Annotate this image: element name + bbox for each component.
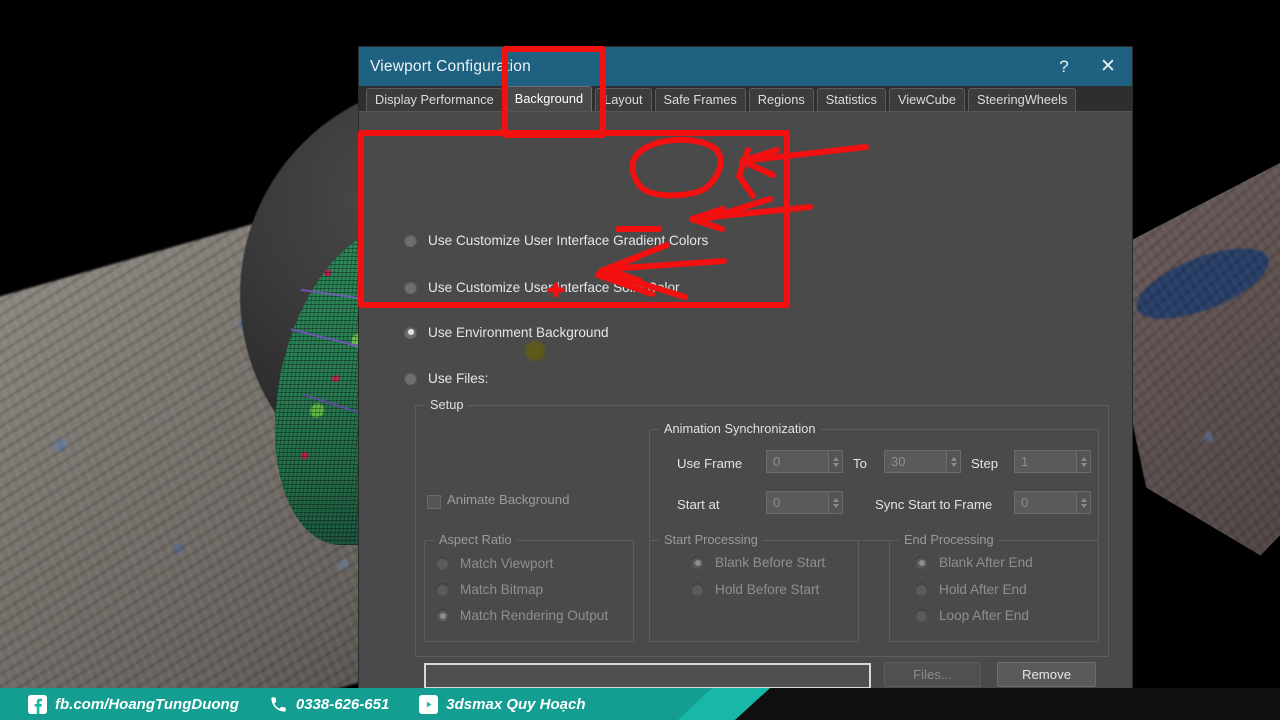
viewport-configuration-dialog: Viewport Configuration ? ✕ Display Perfo… [359, 47, 1132, 691]
footer-youtube-item[interactable]: 3dsmax Quy Hoạch [419, 694, 586, 714]
spinner-arrows-icon[interactable] [828, 451, 842, 472]
radio-indicator [404, 233, 417, 247]
tab-viewcube[interactable]: ViewCube [888, 88, 966, 111]
tab-strip: Display Performance Background Layout Sa… [359, 86, 1132, 112]
dialog-title: Viewport Configuration [370, 57, 531, 75]
step-label: Step [971, 456, 999, 471]
spinner-arrows-icon[interactable] [1076, 451, 1090, 472]
spinner-arrows-icon[interactable] [1076, 492, 1090, 513]
setup-group-title: Setup [425, 397, 469, 412]
to-frame-spinner[interactable]: 30 [884, 450, 961, 473]
radio-indicator [404, 280, 417, 294]
radio-label: Hold Before Start [715, 582, 820, 597]
start-at-label: Start at [677, 497, 720, 512]
help-button[interactable]: ? [1044, 47, 1084, 86]
radio-use-environment-background[interactable]: Use Environment Background [359, 321, 609, 343]
sync-start-value: 0 [1021, 495, 1029, 510]
use-frame-spinner[interactable]: 0 [766, 450, 843, 473]
radio-label: Use Customize User Interface Solid Color [428, 279, 680, 295]
radio-indicator [691, 583, 704, 596]
sync-start-spinner[interactable]: 0 [1014, 491, 1091, 514]
radio-label: Hold After End [939, 582, 1027, 597]
radio-indicator [404, 325, 417, 339]
step-spinner[interactable]: 1 [1014, 450, 1091, 473]
tab-safe-frames[interactable]: Safe Frames [654, 88, 746, 111]
youtube-icon [419, 694, 439, 714]
footer-contact-list: fb.com/HoangTungDuong 0338-626-651 3dsma… [0, 688, 586, 720]
use-frame-label: Use Frame [677, 456, 743, 471]
radio-loop-after-end[interactable]: Loop After End [915, 608, 1029, 623]
radio-indicator [915, 583, 928, 596]
animation-synchronization-group: Animation Synchronization [649, 421, 1099, 541]
use-frame-value: 0 [773, 454, 781, 469]
radio-indicator [915, 609, 928, 622]
footer-phone-label: 0338-626-651 [295, 695, 390, 713]
animate-background-checkbox[interactable] [427, 495, 441, 509]
tab-display-performance[interactable]: Display Performance [366, 88, 503, 111]
radio-label: Use Files: [428, 370, 489, 386]
radio-indicator [691, 556, 704, 569]
radio-hold-after-end[interactable]: Hold After End [915, 582, 1027, 597]
footer-phone-item[interactable]: 0338-626-651 [269, 695, 389, 714]
to-label: To [853, 456, 867, 471]
radio-label: Match Viewport [460, 556, 554, 571]
start-at-value: 0 [773, 495, 781, 510]
footer-banner: fb.com/HoangTungDuong 0338-626-651 3dsma… [0, 688, 1280, 720]
close-icon[interactable]: ✕ [1084, 47, 1132, 86]
olive-marker-dot [525, 341, 545, 361]
animate-background-label: Animate Background [447, 492, 570, 507]
radio-use-files[interactable]: Use Files: [359, 367, 488, 389]
radio-use-gradient-colors[interactable]: Use Customize User Interface Gradient Co… [359, 229, 708, 251]
radio-label: Blank After End [939, 555, 1033, 570]
files-button[interactable]: Files... [884, 662, 981, 687]
footer-facebook-item[interactable]: fb.com/HoangTungDuong [28, 694, 239, 714]
to-frame-value: 30 [891, 454, 906, 469]
radio-match-viewport[interactable]: Match Viewport [436, 556, 553, 571]
radio-label: Loop After End [939, 608, 1029, 623]
spinner-arrows-icon[interactable] [828, 492, 842, 513]
start-at-spinner[interactable]: 0 [766, 491, 843, 514]
phone-icon [269, 695, 288, 714]
radio-label: Blank Before Start [715, 555, 826, 570]
animation-sync-group-title: Animation Synchronization [659, 421, 821, 436]
tab-regions[interactable]: Regions [748, 88, 814, 111]
file-path-value [426, 665, 869, 669]
end-processing-group-title: End Processing [899, 532, 999, 547]
tab-statistics[interactable]: Statistics [816, 88, 886, 111]
step-value: 1 [1021, 454, 1029, 469]
radio-blank-after-end[interactable]: Blank After End [915, 555, 1033, 570]
radio-indicator [915, 556, 928, 569]
radio-indicator [404, 371, 417, 385]
spinner-arrows-icon[interactable] [946, 451, 960, 472]
radio-match-bitmap[interactable]: Match Bitmap [436, 582, 543, 597]
radio-indicator [436, 583, 449, 596]
start-processing-group-title: Start Processing [659, 532, 763, 547]
footer-youtube-label: 3dsmax Quy Hoạch [446, 695, 586, 713]
radio-label: Match Rendering Output [460, 608, 609, 623]
radio-match-rendering-output[interactable]: Match Rendering Output [436, 608, 608, 623]
tab-steeringwheels[interactable]: SteeringWheels [968, 88, 1077, 111]
tab-layout[interactable]: Layout [595, 88, 652, 111]
radio-label: Match Bitmap [460, 582, 544, 597]
aspect-ratio-group-title: Aspect Ratio [434, 532, 517, 547]
footer-facebook-label: fb.com/HoangTungDuong [55, 695, 239, 713]
remove-button[interactable]: Remove [997, 662, 1096, 687]
radio-hold-before-start[interactable]: Hold Before Start [691, 582, 819, 597]
file-path-input[interactable] [424, 663, 871, 689]
radio-use-solid-color[interactable]: Use Customize User Interface Solid Color [359, 276, 680, 298]
radio-indicator [436, 557, 449, 570]
dialog-titlebar[interactable]: Viewport Configuration ? ✕ [359, 47, 1132, 86]
facebook-icon [28, 694, 47, 714]
tab-background[interactable]: Background [505, 86, 593, 111]
radio-blank-before-start[interactable]: Blank Before Start [691, 555, 825, 570]
radio-label: Use Customize User Interface Gradient Co… [428, 232, 709, 248]
radio-indicator [436, 609, 449, 622]
sync-start-to-frame-label: Sync Start to Frame [875, 497, 993, 512]
dialog-body: Use Customize User Interface Gradient Co… [359, 112, 1132, 691]
radio-label: Use Environment Background [428, 324, 609, 340]
